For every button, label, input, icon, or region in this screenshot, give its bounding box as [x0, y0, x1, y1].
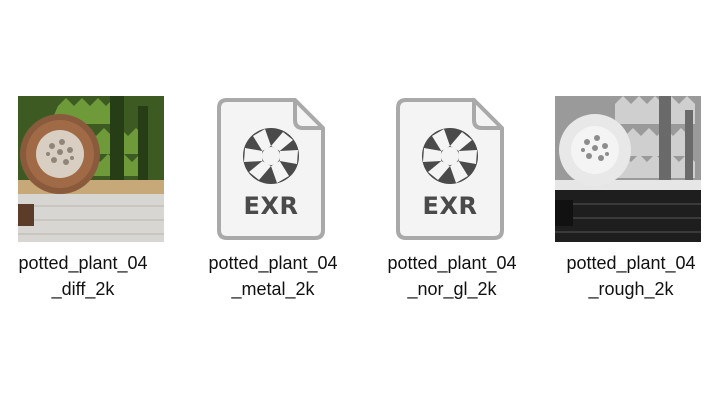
file-item-rough[interactable]: potted_plant_04 _rough_2k	[551, 94, 711, 309]
file-name-label: potted_plant_04 _diff_2k	[3, 250, 163, 302]
file-name-line1: potted_plant_04	[208, 253, 338, 273]
file-type-label: EXR	[243, 192, 299, 220]
aperture-icon	[243, 128, 299, 184]
file-name-label: potted_plant_04 _metal_2k	[193, 250, 353, 302]
file-item-metal[interactable]: EXR potted_plant_04 _metal_2k	[193, 94, 353, 309]
texture-preview-roughness	[555, 96, 701, 242]
file-name-line2: _nor_gl_2k	[407, 279, 497, 299]
texture-preview-diffuse	[18, 96, 164, 242]
exr-file-icon: EXR	[390, 96, 536, 242]
file-grid: potted_plant_04 _diff_2k EXR potted_plan…	[0, 0, 720, 405]
file-name-line1: potted_plant_04	[18, 253, 148, 273]
file-name-line2: _metal_2k	[231, 279, 315, 299]
file-name-line1: potted_plant_04	[566, 253, 696, 273]
file-item-nor-gl[interactable]: EXR potted_plant_04 _nor_gl_2k	[372, 94, 532, 309]
image-thumbnail-diffuse	[18, 96, 164, 242]
file-name-label: potted_plant_04 _rough_2k	[551, 250, 711, 302]
file-item-diff[interactable]: potted_plant_04 _diff_2k	[3, 94, 164, 309]
file-name-label: potted_plant_04 _nor_gl_2k	[372, 250, 532, 302]
file-name-line2: _rough_2k	[588, 279, 674, 299]
file-type-label: EXR	[422, 192, 478, 220]
image-thumbnail-roughness	[555, 96, 701, 242]
exr-file-icon: EXR	[211, 96, 357, 242]
file-name-line2: _diff_2k	[51, 279, 115, 299]
aperture-icon	[422, 128, 478, 184]
file-name-line1: potted_plant_04	[387, 253, 517, 273]
